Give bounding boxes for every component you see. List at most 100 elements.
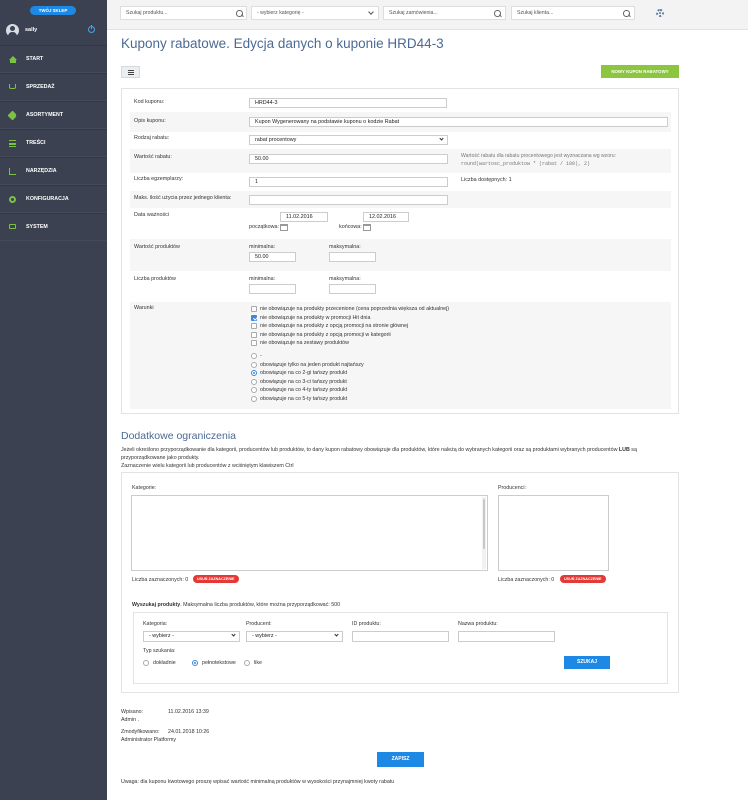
calendar-icon[interactable] — [280, 224, 288, 231]
rule-radio[interactable] — [251, 387, 257, 394]
search-button[interactable]: SZUKAJ — [564, 656, 610, 669]
search-type-like-radio[interactable] — [244, 660, 250, 666]
discount-value-label: Wartość rabatu: — [134, 154, 172, 160]
sidebar-item-assortment[interactable]: ASORTYMENT — [0, 101, 107, 129]
max-uses-input[interactable] — [249, 195, 448, 205]
calendar-icon[interactable] — [363, 224, 371, 231]
rule-radio[interactable] — [251, 396, 257, 402]
search-type-exact-radio[interactable] — [143, 660, 149, 666]
products-value-min-input[interactable]: 50.00 — [249, 252, 296, 262]
products-count-min-label: minimalna: — [249, 276, 276, 282]
clear-categories-button[interactable]: USUŃ ZAZNACZENIE — [193, 575, 239, 583]
copies-label: Liczba egzemplarzy: — [134, 176, 184, 182]
clear-producers-button[interactable]: USUŃ ZAZNACZENIE — [560, 575, 606, 583]
condition-checkbox[interactable] — [251, 340, 257, 347]
monitor-icon — [9, 224, 16, 229]
search-icon[interactable] — [623, 10, 630, 17]
sidebar-item-tools[interactable]: NARZĘDZIA — [0, 157, 107, 185]
product-name-input[interactable] — [458, 631, 555, 642]
client-search-placeholder: Szukaj klienta... — [517, 10, 554, 16]
sidebar-item-sales[interactable]: SPRZEDAŻ — [0, 73, 107, 101]
hamburger-icon-line — [128, 72, 134, 73]
products-value-max-label: maksymalna: — [329, 244, 361, 250]
coupon-form: Kod kuponu: HRD44-3 Opis kuponu: Kupon W… — [121, 88, 679, 414]
producer-field-select[interactable]: - wybierz - — [246, 631, 343, 642]
product-search-form: Kategoria: - wybierz - Producent: - wybi… — [133, 612, 668, 684]
rule-radio-label: - — [260, 353, 262, 359]
rule-radio[interactable] — [251, 361, 257, 368]
condition-checkbox[interactable] — [251, 306, 257, 312]
sidebar-item-content[interactable]: TREŚCI — [0, 129, 107, 157]
scrollbar[interactable] — [482, 497, 486, 569]
client-search-input[interactable]: Szukaj klienta... — [511, 6, 635, 20]
description-row: Opis kuponu: Kupon Wygenerowany na podst… — [130, 112, 671, 132]
products-count-label: Liczba produktów — [134, 276, 176, 282]
search-type-exact-label: dokładnie — [153, 660, 176, 666]
rule-radio[interactable] — [251, 378, 257, 385]
coupon-description-input[interactable]: Kupon Wygenerowany na podstawie kuponu o… — [249, 117, 668, 127]
product-search-placeholder: Szukaj produktu... — [126, 10, 168, 16]
products-count-max-input[interactable] — [329, 284, 376, 294]
search-icon[interactable] — [236, 10, 243, 17]
discount-formula-note: Wartość rabatu dla rabatu procentowego j… — [461, 152, 616, 168]
products-count-min-input[interactable] — [249, 284, 296, 294]
menu-toggle-button[interactable] — [121, 66, 140, 78]
content-icon — [9, 140, 16, 147]
condition-checkbox[interactable] — [251, 314, 257, 321]
product-search-heading-bold: Wyszukaj produkty — [132, 602, 181, 608]
rule-radio-label: obowiązuje na co 2-gi tańszy produkt — [260, 370, 348, 377]
user-panel: sally — [6, 24, 101, 38]
your-shop-button[interactable]: TWÓJ SKLEP — [30, 6, 76, 15]
category-select[interactable]: - wybierz kategorię - — [251, 6, 379, 20]
categories-selected-count: Liczba zaznaczonych: 0 — [132, 577, 189, 583]
save-button[interactable]: ZAPISZ — [377, 752, 424, 767]
product-search-input[interactable]: Szukaj produktu... — [120, 6, 247, 20]
categories-listbox[interactable] — [131, 495, 488, 571]
condition-checkbox[interactable] — [251, 323, 257, 330]
logout-icon[interactable] — [88, 25, 95, 33]
discount-type-select[interactable]: rabat procentowy — [249, 135, 448, 145]
description-text: przyporządkowane jako produkty. — [121, 455, 200, 461]
sidebar-item-configuration[interactable]: KONFIGURACJA — [0, 185, 107, 213]
producers-listbox[interactable] — [498, 495, 609, 571]
rule-radio-label: obowiązuje tylko na jeden produkt najtań… — [260, 361, 364, 368]
product-id-input[interactable] — [352, 631, 449, 642]
sidebar-item-system[interactable]: SYSTEM — [0, 213, 107, 241]
products-value-max-input[interactable] — [329, 252, 376, 262]
order-search-input[interactable]: Szukaj zamówienia... — [383, 6, 506, 20]
description-label: Opis kuponu: — [134, 118, 166, 124]
copies-input[interactable]: 1 — [249, 177, 448, 187]
end-date-input[interactable]: 12.02.2016 — [363, 212, 409, 222]
formula-note-code: round(wartosc_produktow * (rabat / 100),… — [461, 161, 591, 167]
start-date-input[interactable]: 11.02.2016 — [280, 212, 328, 222]
sidebar: TWÓJ SKLEP sally START SPRZEDAŻ ASORTYME… — [0, 0, 107, 800]
description-emphasis: LUB — [618, 447, 630, 453]
products-value-min-label: minimalna: — [249, 244, 276, 250]
modified-label: Zmodyfikowano: — [121, 729, 160, 735]
gear-icon — [9, 196, 16, 203]
validity-row: Data ważności 11.02.2016 początkowa: 12.… — [130, 208, 671, 238]
category-field-select[interactable]: - wybierz - — [143, 631, 240, 642]
coupon-code-input[interactable]: HRD44-3 — [249, 98, 447, 108]
start-date-label: początkowa: — [249, 224, 279, 230]
description-text: są — [631, 447, 637, 453]
rule-radio[interactable] — [251, 370, 257, 377]
condition-checkbox-label: nie obowiązuje na produkty w promocji Hi… — [260, 314, 371, 321]
condition-checkbox[interactable] — [251, 331, 257, 338]
search-icon[interactable] — [494, 10, 501, 17]
chevron-down-icon — [368, 9, 374, 15]
discount-value-input[interactable]: 50.00 — [249, 154, 448, 164]
rule-radio[interactable] — [251, 353, 257, 359]
validity-label: Data ważności — [134, 212, 170, 218]
search-type-fulltext-radio[interactable] — [192, 660, 198, 666]
condition-checkbox-label: nie obowiązuje na produkty z opcją promo… — [260, 331, 391, 338]
categories-label: Kategorie: — [132, 485, 157, 491]
producer-field-value: - wybierz - — [252, 633, 277, 639]
settings-gear-icon[interactable] — [656, 9, 664, 17]
new-coupon-button[interactable]: NOWY KUPON RABATOWY — [601, 65, 679, 78]
sidebar-item-start[interactable]: START — [0, 45, 107, 73]
avatar[interactable] — [6, 24, 19, 37]
modified-by: Administrator Platformy — [121, 737, 177, 743]
category-field-label: Kategoria: — [143, 621, 168, 627]
available-count: Liczba dostępnych: 1 — [461, 177, 512, 183]
